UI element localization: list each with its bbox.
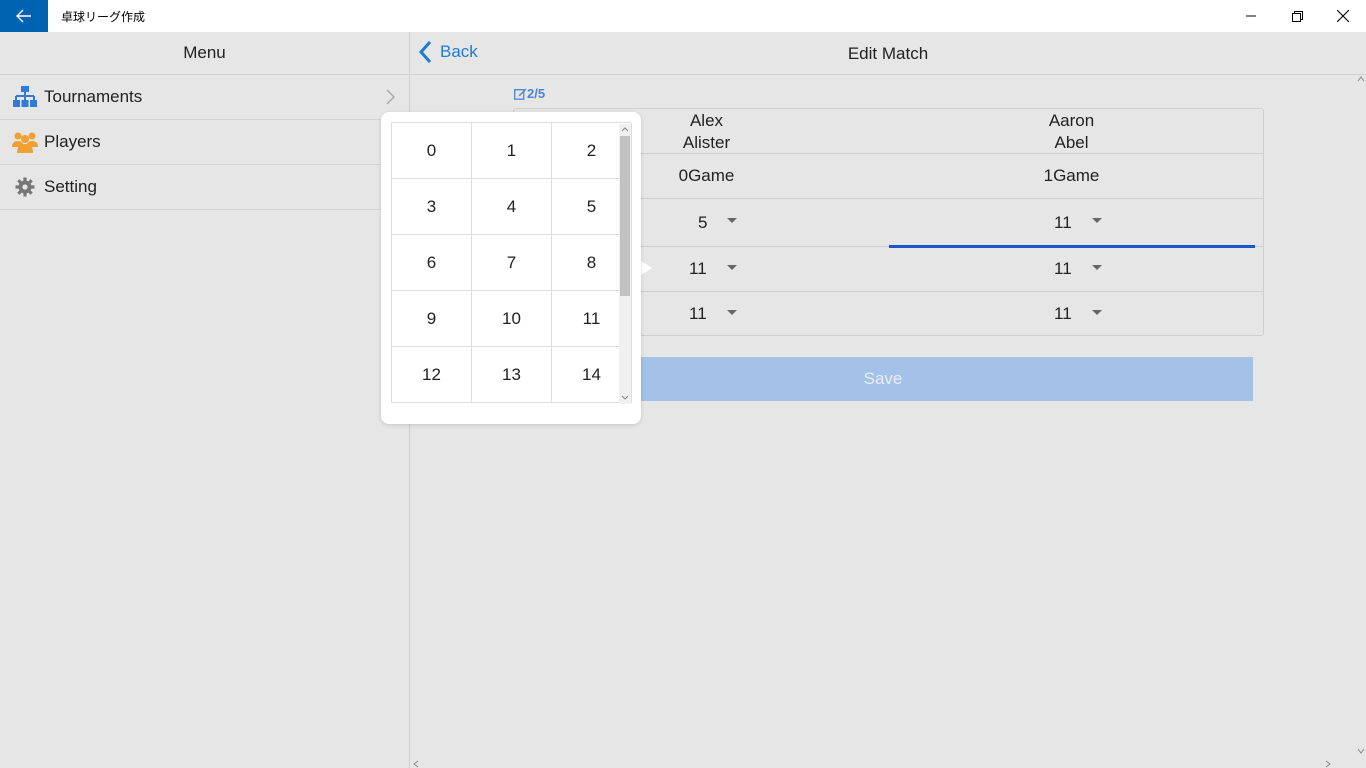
score-option[interactable]: 4 bbox=[472, 179, 552, 235]
left-score-value: 11 bbox=[689, 259, 707, 278]
menu-pane: Menu Tournaments Players Setting bbox=[0, 32, 410, 768]
users-icon bbox=[12, 130, 38, 154]
close-button[interactable] bbox=[1320, 0, 1366, 32]
left-score-picker[interactable]: 11 bbox=[689, 292, 737, 336]
right-score-value: 11 bbox=[1054, 259, 1072, 278]
menu-item-setting[interactable]: Setting bbox=[0, 165, 409, 210]
chevron-left-icon bbox=[418, 40, 432, 64]
right-score-value: 11 bbox=[1054, 212, 1072, 232]
edit-icon bbox=[514, 88, 527, 100]
close-icon bbox=[1337, 10, 1349, 22]
minimize-button[interactable] bbox=[1228, 0, 1274, 32]
caret-down-icon bbox=[1091, 309, 1102, 315]
left-score-picker[interactable]: 5 bbox=[698, 199, 738, 246]
player-right-games: 1Game bbox=[1043, 166, 1100, 185]
chevron-right-icon bbox=[386, 89, 396, 110]
player-right: Aaron Abel bbox=[889, 109, 1254, 153]
arrow-left-icon bbox=[16, 9, 31, 23]
score-option[interactable]: 13 bbox=[472, 347, 552, 403]
tournament-tree-icon bbox=[12, 85, 38, 109]
gear-icon bbox=[12, 175, 38, 199]
score-option[interactable]: 0 bbox=[392, 123, 472, 179]
player-right-first-name: Aaron bbox=[1048, 111, 1095, 130]
player-right-last-name: Abel bbox=[1054, 133, 1089, 152]
score-option[interactable]: 1 bbox=[472, 123, 552, 179]
vertical-scrollbar[interactable] bbox=[1356, 75, 1366, 755]
picker-scroll-thumb bbox=[620, 136, 630, 296]
score-options-grid: 0 1 2 3 4 5 6 7 8 9 10 11 12 13 14 bbox=[391, 122, 632, 403]
window-title: 卓球リーグ作成 bbox=[61, 10, 146, 24]
title-bar: 卓球リーグ作成 bbox=[0, 0, 1366, 32]
menu-item-players[interactable]: Players bbox=[0, 120, 409, 165]
caret-down-icon bbox=[1091, 264, 1102, 270]
left-score-picker[interactable]: 11 bbox=[689, 247, 737, 291]
picker-scrollbar[interactable] bbox=[619, 124, 631, 404]
menu-item-label: Players bbox=[44, 132, 101, 151]
window-back-button[interactable] bbox=[0, 0, 48, 32]
menu-item-label: Tournaments bbox=[44, 87, 143, 106]
caret-down-icon bbox=[727, 218, 738, 223]
score-option[interactable]: 3 bbox=[392, 179, 472, 235]
back-label: Back bbox=[440, 42, 478, 61]
right-score-picker[interactable]: 11 bbox=[1054, 199, 1102, 246]
menu-item-label: Setting bbox=[44, 177, 97, 196]
content-header: Edit Match Back bbox=[410, 32, 1366, 75]
game-count-label: 2/5 bbox=[527, 86, 546, 101]
caret-down-icon bbox=[726, 264, 737, 270]
score-option[interactable]: 10 bbox=[472, 291, 552, 347]
score-option[interactable]: 6 bbox=[392, 235, 472, 291]
right-score-picker[interactable]: 11 bbox=[1054, 247, 1102, 291]
caret-down-icon bbox=[726, 309, 737, 315]
page-title: Edit Match bbox=[847, 44, 929, 63]
left-score-value: 11 bbox=[689, 304, 707, 323]
horizontal-scrollbar[interactable] bbox=[410, 756, 1356, 768]
minimize-icon bbox=[1246, 15, 1256, 17]
menu-item-tournaments[interactable]: Tournaments bbox=[0, 75, 409, 120]
left-score-value: 5 bbox=[698, 212, 708, 232]
restore-button[interactable] bbox=[1274, 0, 1320, 32]
score-option[interactable]: 9 bbox=[392, 291, 472, 347]
back-button[interactable]: Back bbox=[418, 40, 478, 64]
caret-down-icon bbox=[1091, 218, 1102, 223]
score-picker-popup: 0 1 2 3 4 5 6 7 8 9 10 11 12 13 14 bbox=[381, 112, 641, 424]
menu-header: Menu bbox=[0, 32, 409, 75]
game-count: 2/5 bbox=[514, 86, 545, 101]
right-score-value: 11 bbox=[1054, 304, 1072, 323]
right-score-picker[interactable]: 11 bbox=[1054, 292, 1102, 336]
score-option[interactable]: 12 bbox=[392, 347, 472, 403]
score-option[interactable]: 7 bbox=[472, 235, 552, 291]
restore-icon bbox=[1291, 10, 1303, 22]
